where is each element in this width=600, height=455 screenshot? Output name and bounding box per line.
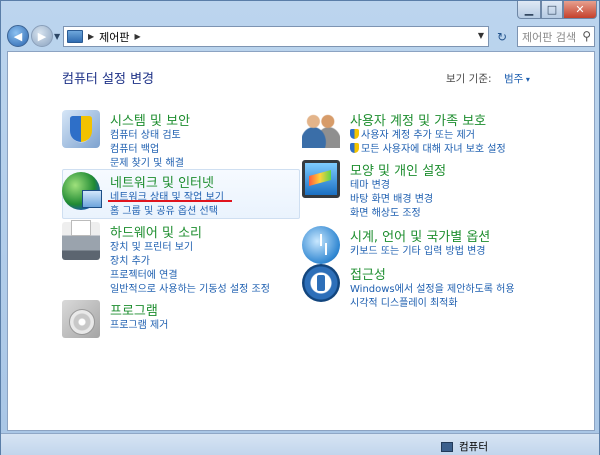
category-link[interactable]: 컴퓨터 백업 — [110, 140, 159, 155]
breadcrumb-control-panel[interactable]: 제어판 — [99, 29, 129, 45]
category-link[interactable]: 프로젝터에 연결 — [110, 266, 178, 281]
category-link[interactable]: 홈 그룹 및 공유 옵션 선택 — [110, 202, 218, 217]
status-computer: 컴퓨터 — [441, 439, 488, 454]
category-link[interactable]: 시각적 디스플레이 최적화 — [350, 294, 458, 309]
search-input[interactable]: 제어판 검색 ⚲ — [517, 26, 595, 47]
category-link[interactable]: 바탕 화면 배경 변경 — [350, 190, 433, 205]
uac-shield-icon — [350, 143, 359, 153]
breadcrumb-separator[interactable]: ▶ — [135, 32, 141, 41]
title-bar: ▁ □ ✕ — [1, 1, 599, 23]
page-title: 컴퓨터 설정 변경 — [62, 72, 154, 87]
ease-of-access-icon[interactable] — [302, 264, 340, 302]
close-button[interactable]: ✕ — [563, 1, 597, 19]
category-link[interactable]: 일반적으로 사용하는 기동성 설정 조정 — [110, 280, 270, 295]
clock-globe-icon[interactable] — [302, 226, 340, 264]
category-hardware-sound: 하드웨어 및 소리 장치 및 프린터 보기 장치 추가 프로젝터에 연결 일반적… — [62, 220, 302, 295]
address-dropdown-icon[interactable]: ▼ — [478, 31, 484, 40]
printer-icon[interactable] — [62, 220, 100, 260]
view-by-label: 보기 기준: — [446, 73, 492, 85]
category-link[interactable]: 사용자 계정 추가 또는 제거 — [350, 126, 475, 141]
breadcrumb-separator[interactable]: ▶ — [88, 32, 94, 41]
back-button[interactable]: ◀ — [7, 25, 29, 47]
view-by-dropdown[interactable]: 범주 — [504, 71, 530, 86]
refresh-button[interactable]: ↻ — [491, 26, 513, 47]
shield-icon[interactable] — [62, 110, 100, 148]
computer-icon — [441, 441, 453, 452]
category-user-accounts: 사용자 계정 및 가족 보호 사용자 계정 추가 또는 제거 모든 사용자에 대… — [302, 110, 562, 156]
category-link[interactable]: 테마 변경 — [350, 176, 390, 191]
program-disc-icon[interactable] — [62, 300, 100, 338]
forward-button[interactable]: ▶ — [31, 25, 53, 47]
category-ease-of-access: 접근성 Windows에서 설정을 제안하도록 허용 시각적 디스플레이 최적화 — [302, 264, 562, 310]
category-link[interactable]: Windows에서 설정을 제안하도록 허용 — [350, 280, 515, 295]
recent-pages-dropdown[interactable]: ▼ — [54, 32, 60, 41]
network-globe-icon[interactable] — [62, 172, 102, 210]
category-link[interactable]: 모든 사용자에 대해 자녀 보호 설정 — [350, 140, 506, 155]
uac-shield-icon — [350, 129, 359, 139]
control-panel-icon — [67, 30, 83, 43]
category-link[interactable]: 장치 추가 — [110, 252, 150, 267]
category-network-internet: 네트워크 및 인터넷 네트워크 상태 및 작업 보기 홈 그룹 및 공유 옵션 … — [62, 172, 292, 218]
minimize-button[interactable]: ▁ — [517, 1, 541, 19]
address-bar[interactable]: ▶ 제어판 ▶ ▼ — [63, 26, 489, 47]
search-icon[interactable]: ⚲ — [582, 29, 591, 43]
category-appearance: 모양 및 개인 설정 테마 변경 바탕 화면 배경 변경 화면 해상도 조정 — [302, 160, 542, 220]
category-programs: 프로그램 프로그램 제거 — [62, 300, 282, 340]
category-link[interactable]: 컴퓨터 상태 검토 — [110, 126, 181, 141]
category-link[interactable]: 장치 및 프린터 보기 — [110, 238, 193, 253]
category-link[interactable]: 문제 찾기 및 해결 — [110, 154, 184, 169]
category-link[interactable]: 프로그램 제거 — [110, 316, 168, 331]
search-placeholder: 제어판 검색 — [522, 30, 577, 44]
category-link[interactable]: 키보드 또는 기타 입력 방법 변경 — [350, 242, 486, 257]
category-link[interactable]: 화면 해상도 조정 — [350, 204, 421, 219]
status-computer-label: 컴퓨터 — [459, 441, 488, 453]
control-panel-window: ▁ □ ✕ ◀ ▶ ▼ ▶ 제어판 ▶ ▼ ↻ 제어판 검색 ⚲ 컴퓨터 설정 … — [0, 0, 600, 455]
status-bar: 컴퓨터 — [1, 433, 599, 455]
red-annotation-underline — [108, 200, 232, 202]
users-icon[interactable] — [302, 110, 340, 148]
control-panel-content: 컴퓨터 설정 변경 보기 기준: 범주 시스템 및 보안 컴퓨터 상태 검토 컴… — [7, 51, 595, 431]
navigation-bar: ◀ ▶ ▼ ▶ 제어판 ▶ ▼ ↻ 제어판 검색 ⚲ — [1, 23, 599, 49]
display-icon[interactable] — [302, 160, 340, 198]
category-clock-language: 시계, 언어 및 국가별 옵션 키보드 또는 기타 입력 방법 변경 — [302, 226, 562, 264]
maximize-button[interactable]: □ — [541, 1, 563, 19]
category-system-security: 시스템 및 보안 컴퓨터 상태 검토 컴퓨터 백업 문제 찾기 및 해결 — [62, 110, 282, 170]
